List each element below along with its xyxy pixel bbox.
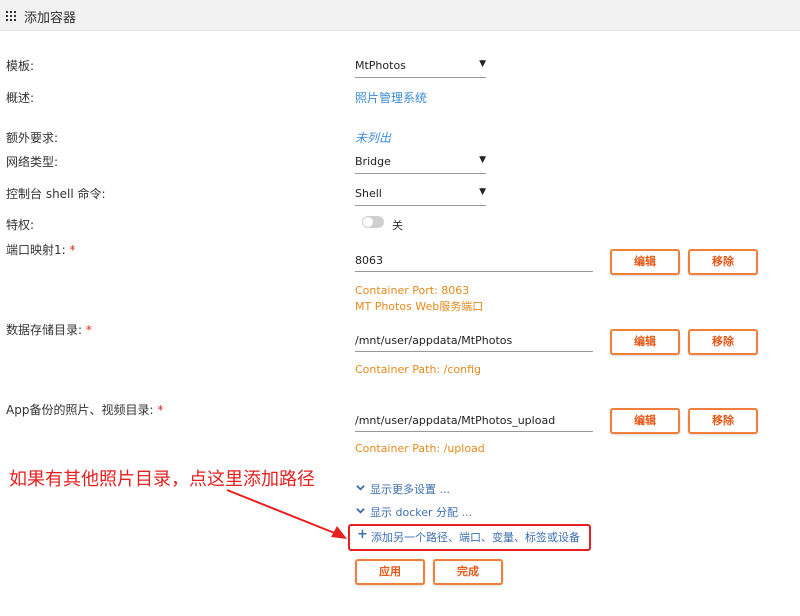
add-another-link[interactable]: 添加另一个路径、端口、变量、标签或设备 (371, 529, 580, 545)
description-link[interactable]: 照片管理系统 (355, 89, 427, 106)
port-edit-button[interactable]: 编辑 (610, 249, 680, 275)
network-select-value: Bridge (355, 155, 391, 168)
data-dir-input-value: /mnt/user/appdata/MtPhotos (355, 334, 513, 347)
annotation-arrow-icon (226, 489, 347, 539)
network-select[interactable]: Bridge ▼ (355, 153, 486, 174)
extra-label: 额外要求: (6, 131, 59, 145)
shell-select[interactable]: Shell ▼ (355, 185, 486, 206)
data-dir-remove-button[interactable]: 移除 (688, 329, 758, 355)
page-header: 添加容器 (0, 0, 800, 31)
done-button[interactable]: 完成 (433, 559, 503, 585)
show-more-settings-link[interactable]: 显示更多设置 ... (370, 481, 450, 497)
port-input[interactable]: 8063 (355, 251, 593, 272)
backup-dir-input-value: /mnt/user/appdata/MtPhotos_upload (355, 414, 556, 427)
grid-icon (6, 11, 16, 21)
plus-icon: + (357, 527, 368, 542)
privileged-label: 特权: (6, 218, 35, 232)
backup-dir-label: App备份的照片、视频目录: * (6, 403, 164, 417)
shell-select-value: Shell (355, 187, 382, 200)
chevron-down-icon: ▼ (479, 59, 486, 69)
backup-dir-input[interactable]: /mnt/user/appdata/MtPhotos_upload (355, 411, 593, 432)
port-hint: Container Port: 8063 (355, 284, 470, 297)
toggle-knob (363, 217, 373, 227)
chevron-down-icon: ▼ (479, 155, 486, 165)
template-select[interactable]: MtPhotos ▼ (355, 57, 486, 78)
apply-button[interactable]: 应用 (355, 559, 425, 585)
backup-dir-edit-button[interactable]: 编辑 (610, 408, 680, 434)
description-label: 概述: (6, 91, 35, 105)
port-remove-button[interactable]: 移除 (688, 249, 758, 275)
network-label: 网络类型: (6, 155, 59, 169)
page-title: 添加容器 (24, 11, 77, 26)
backup-dir-remove-button[interactable]: 移除 (688, 408, 758, 434)
data-dir-label: 数据存储目录: * (6, 323, 92, 337)
data-dir-hint: Container Path: /config (355, 363, 481, 376)
backup-dir-hint: Container Path: /upload (355, 442, 485, 455)
privileged-state: 关 (392, 219, 403, 232)
chevron-down-icon (356, 508, 365, 514)
port-input-value: 8063 (355, 254, 383, 267)
shell-label: 控制台 shell 命令: (6, 187, 106, 201)
extra-value: 未列出 (355, 131, 392, 145)
data-dir-edit-button[interactable]: 编辑 (610, 329, 680, 355)
port-label: 端口映射1: * (6, 243, 76, 257)
chevron-down-icon (356, 485, 365, 491)
privileged-toggle[interactable] (362, 216, 384, 228)
port-description: MT Photos Web服务端口 (355, 300, 484, 313)
data-dir-input[interactable]: /mnt/user/appdata/MtPhotos (355, 331, 593, 352)
template-select-value: MtPhotos (355, 59, 406, 72)
chevron-down-icon: ▼ (479, 187, 486, 197)
show-docker-allocation-link[interactable]: 显示 docker 分配 ... (370, 504, 472, 520)
template-label: 模板: (6, 59, 35, 73)
